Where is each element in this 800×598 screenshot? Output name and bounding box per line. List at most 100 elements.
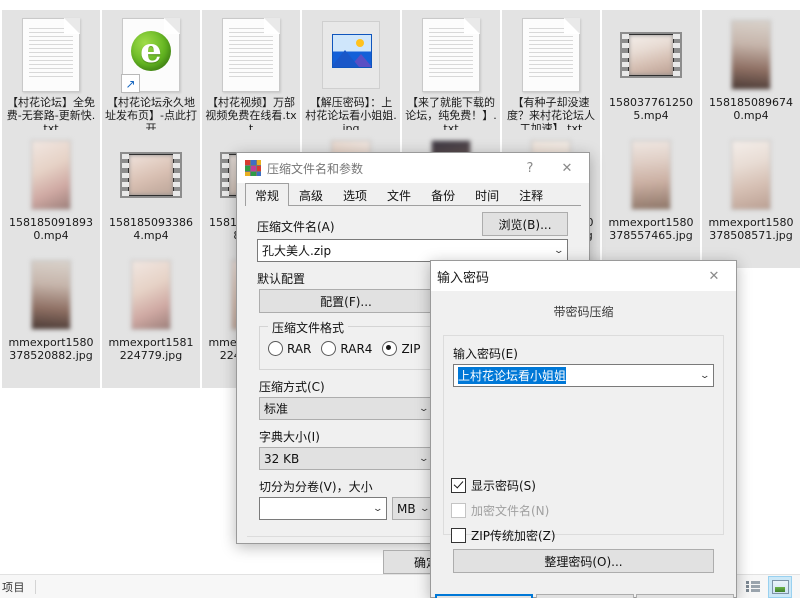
compression-method-label: 压缩方式(C) <box>259 380 325 394</box>
file-icon-cell[interactable]: 【村花论坛】全免费-无套路-更新快.txt <box>2 10 100 148</box>
chevron-down-icon[interactable]: ⌄ <box>554 246 565 256</box>
desktop-screen: 【村花论坛】全免费-无套路-更新快.txt↗【村花论坛永久地址发布页】-点此打开… <box>0 0 800 598</box>
password-ok-button[interactable]: 确定 <box>435 594 533 598</box>
photo-thumbnail-icon <box>718 18 784 92</box>
file-icon-cell[interactable]: 1581850918930.mp4 <box>2 130 100 268</box>
thumbnail-view-icon[interactable] <box>768 575 792 598</box>
format-radio-1[interactable]: RAR4 <box>321 341 372 356</box>
enter-password-dialog[interactable]: 输入密码 ✕ 带密码压缩 输入密码(E) 上村花论坛看小姐姐 ⌄ 显示密码(S)… <box>430 260 737 598</box>
file-icon-cell[interactable]: 【有种子却没速度？来村花论坛人工加速】.txt <box>502 10 600 148</box>
split-volumes-input[interactable]: ⌄ <box>259 497 387 520</box>
radio-icon <box>321 341 337 356</box>
file-icon-cell[interactable]: mmexport1580378520882.jpg <box>2 250 100 388</box>
video-thumbnail-icon <box>618 18 684 92</box>
text-file-icon <box>518 18 584 92</box>
photo-thumbnail-icon <box>18 258 84 332</box>
winrar-icon <box>245 160 261 176</box>
chevron-down-icon[interactable]: ⌄ <box>700 371 711 381</box>
winrar-dialog-title: 压缩文件名和参数 <box>267 161 364 176</box>
tab-1[interactable]: 高级 <box>289 184 333 206</box>
winrar-dialog-titlebar[interactable]: 压缩文件名和参数 ? ✕ <box>237 153 589 183</box>
tab-5[interactable]: 时间 <box>465 184 509 206</box>
password-dialog-titlebar[interactable]: 输入密码 ✕ <box>431 261 736 291</box>
format-radio-label: RAR <box>287 341 312 356</box>
video-thumbnail-icon <box>118 138 184 212</box>
file-icon-cell[interactable]: ↗【村花论坛永久地址发布页】-点此打开 <box>102 10 200 148</box>
compression-method-value: 标准 <box>264 402 289 416</box>
password-dialog-body: 带密码压缩 输入密码(E) 上村花论坛看小姐姐 ⌄ 显示密码(S) 加密文件名(N… <box>431 291 736 598</box>
password-label: 输入密码(E) <box>453 347 518 361</box>
format-radio-0[interactable]: RAR <box>268 341 311 356</box>
file-icon-cell[interactable]: 1580377612505.mp4 <box>602 10 700 148</box>
file-icon-cell[interactable]: 【来了就能下载的论坛，纯免费！】.txt <box>402 10 500 148</box>
password-checkbox-1: 加密文件名(N) <box>451 502 556 519</box>
chevron-down-icon[interactable]: ⌄ <box>419 404 430 414</box>
password-input[interactable]: 上村花论坛看小姐姐 ⌄ <box>453 364 714 387</box>
password-checkbox-label: 显示密码(S) <box>471 479 536 493</box>
file-icon-cell[interactable]: mmexport1581224779.jpg <box>102 250 200 388</box>
file-icon-label: mmexport1581224779.jpg <box>108 336 194 362</box>
organize-passwords-button[interactable]: 整理密码(O)... <box>453 549 714 573</box>
profile-button[interactable]: 配置(F)... <box>259 289 433 313</box>
chevron-down-icon[interactable]: ⌄ <box>373 504 384 514</box>
split-unit-select[interactable]: MB ⌄ <box>392 497 434 520</box>
password-dialog-title: 输入密码 <box>437 270 490 286</box>
dictionary-size-value: 32 KB <box>264 451 300 466</box>
file-icon-cell[interactable]: 【解压密码】：上村花论坛看小姐姐.jpg <box>302 10 400 148</box>
view-mode-buttons <box>742 575 800 598</box>
archive-name-value: 孔大美人.zip <box>262 244 332 258</box>
file-icon-cell[interactable]: 1581850896740.mp4 <box>702 10 800 148</box>
chevron-down-icon[interactable]: ⌄ <box>419 454 430 464</box>
photo-thumbnail-icon <box>18 138 84 212</box>
file-icon-label: 1581850933864.mp4 <box>109 216 193 242</box>
archive-format-group: 压缩文件格式 RAR RAR4 ZIP <box>259 319 433 370</box>
password-cancel-button[interactable]: 取消 <box>536 594 634 598</box>
status-divider <box>35 579 36 594</box>
split-unit-value: MB <box>397 501 416 516</box>
dictionary-size-select[interactable]: 32 KB ⌄ <box>259 447 433 470</box>
internet-shortcut-icon: ↗ <box>118 18 184 93</box>
compression-method-select[interactable]: 标准 ⌄ <box>259 397 433 420</box>
file-icon-cell[interactable]: 【村花视频】万部视频免费在线看.txt <box>202 10 300 148</box>
help-icon[interactable]: ? <box>515 153 545 183</box>
tab-0[interactable]: 常规 <box>245 183 290 206</box>
password-options[interactable]: 显示密码(S) 加密文件名(N) ZIP传统加密(Z) <box>451 477 556 552</box>
file-icon-cell[interactable]: mmexport1580378508571.jpg <box>702 130 800 268</box>
photo-thumbnail-icon <box>118 258 184 332</box>
photo-thumbnail-icon <box>618 138 684 212</box>
archive-name-label: 压缩文件名(A) <box>257 220 335 234</box>
close-icon[interactable]: ✕ <box>545 153 589 183</box>
checkbox-icon <box>451 503 466 518</box>
text-file-icon <box>218 18 284 92</box>
radio-icon <box>268 341 283 356</box>
radio-icon <box>382 341 398 356</box>
winrar-tabstrip[interactable]: 常规 高级 选项 文件 备份 时间 注释 <box>245 183 581 206</box>
tab-3[interactable]: 文件 <box>377 184 421 206</box>
archive-name-input[interactable]: 孔大美人.zip ⌄ <box>257 239 568 262</box>
tab-4[interactable]: 备份 <box>421 184 465 206</box>
format-radio-label: RAR4 <box>340 341 373 356</box>
file-icon-label: 1580377612505.mp4 <box>609 96 693 122</box>
file-icon-cell[interactable]: mmexport1580378557465.jpg <box>602 130 700 268</box>
tab-6[interactable]: 注释 <box>509 184 553 206</box>
password-help-button[interactable]: 帮助 <box>636 594 734 598</box>
list-view-icon[interactable] <box>742 577 764 597</box>
checkbox-icon <box>451 528 466 543</box>
file-icon-label: 1581850896740.mp4 <box>709 96 793 122</box>
text-file-icon <box>418 18 484 92</box>
archive-format-radios[interactable]: RAR RAR4 ZIP <box>268 341 420 356</box>
image-file-icon <box>318 18 384 92</box>
browse-button[interactable]: 浏览(B)... <box>482 212 568 236</box>
tab-2[interactable]: 选项 <box>333 184 377 206</box>
status-item-count: 项目 <box>2 580 25 594</box>
photo-thumbnail-icon <box>718 138 784 212</box>
file-icon-cell[interactable]: 1581850933864.mp4 <box>102 130 200 268</box>
split-volumes-label: 切分为分卷(V)，大小 <box>259 480 373 494</box>
dictionary-size-label: 字典大小(I) <box>259 430 320 444</box>
password-value: 上村花论坛看小姐姐 <box>458 367 567 384</box>
close-icon[interactable]: ✕ <box>692 261 736 291</box>
password-checkbox-2[interactable]: ZIP传统加密(Z) <box>451 527 556 544</box>
format-radio-2[interactable]: ZIP <box>382 341 420 356</box>
shortcut-arrow-icon: ↗ <box>121 74 140 93</box>
password-checkbox-0[interactable]: 显示密码(S) <box>451 477 556 494</box>
